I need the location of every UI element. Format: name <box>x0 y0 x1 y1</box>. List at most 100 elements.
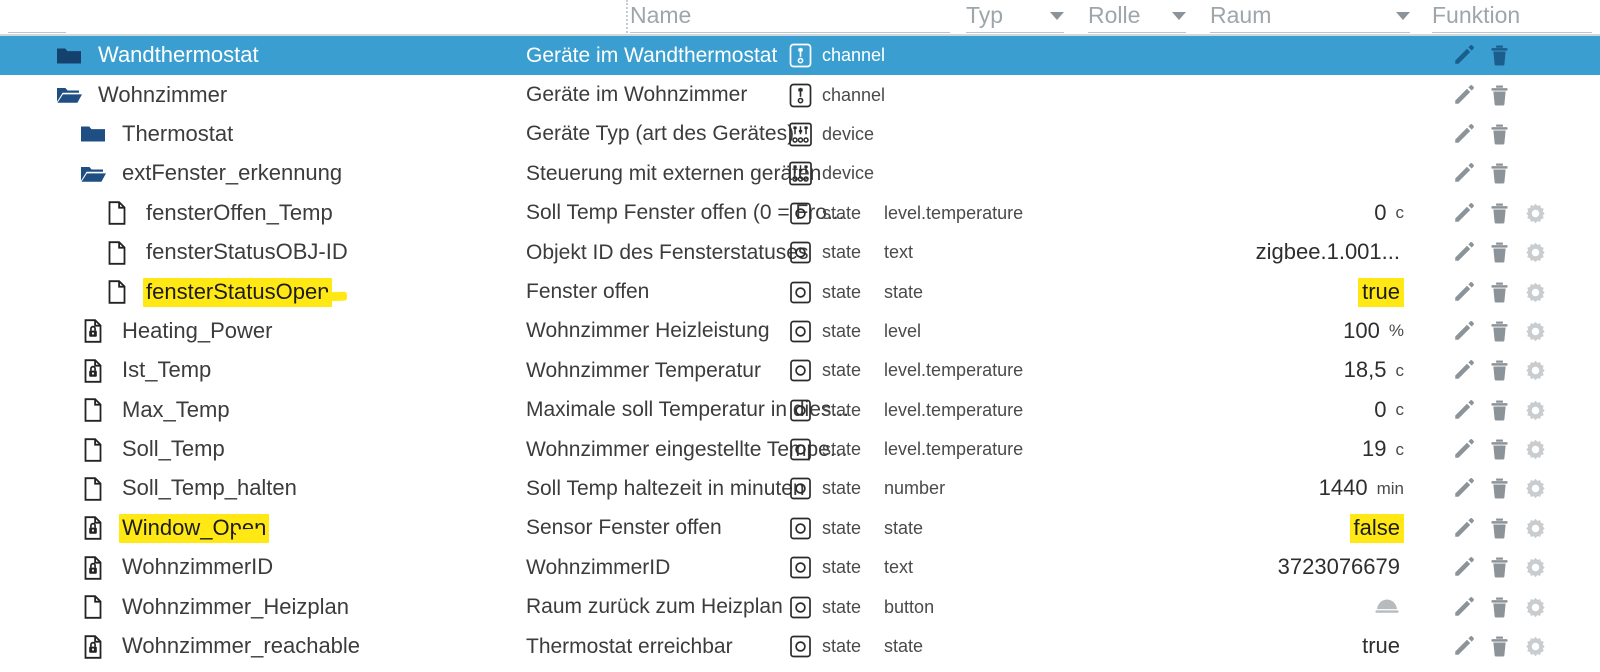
delete-icon[interactable] <box>1488 162 1511 185</box>
edit-icon[interactable] <box>1452 556 1475 579</box>
filter-raum[interactable]: Raum <box>1210 0 1410 36</box>
delete-icon[interactable] <box>1488 241 1511 264</box>
edit-icon[interactable] <box>1452 320 1475 343</box>
edit-icon[interactable] <box>1452 123 1475 146</box>
object-name-cell[interactable]: Thermostat <box>80 115 236 154</box>
object-value-cell[interactable]: 100% <box>1150 312 1404 351</box>
table-row[interactable]: Thermostat Geräte Typ (art des Gerätes) de… <box>0 115 1600 154</box>
object-name-cell[interactable]: Max_Temp <box>80 391 233 430</box>
settings-icon[interactable] <box>1524 438 1547 461</box>
table-row[interactable]: Wohnzimmer_reachable Thermostat erreichba… <box>0 627 1600 666</box>
object-value-cell[interactable]: true <box>1150 272 1404 311</box>
settings-icon[interactable] <box>1524 596 1547 619</box>
filter-name[interactable]: Name <box>630 0 950 36</box>
object-value-cell[interactable]: false <box>1150 509 1404 548</box>
delete-icon[interactable] <box>1488 320 1511 343</box>
table-row[interactable]: Wohnzimmer_Heizplan Raum zurück zum Heizp… <box>0 587 1600 626</box>
table-row[interactable]: Soll_Temp_halten Soll Temp haltezeit in m… <box>0 469 1600 508</box>
chevron-down-icon[interactable] <box>1172 12 1186 20</box>
object-value-cell[interactable] <box>1150 36 1404 75</box>
delete-icon[interactable] <box>1488 438 1511 461</box>
settings-icon[interactable] <box>1524 399 1547 422</box>
table-row[interactable]: fensterStatusOpen Fenster offen state state… <box>0 272 1600 311</box>
table-row[interactable]: Ist_Temp Wohnzimmer Temperatur state level.… <box>0 351 1600 390</box>
filter-typ[interactable]: Typ <box>966 0 1064 36</box>
chevron-down-icon[interactable] <box>1050 12 1064 20</box>
edit-icon[interactable] <box>1452 477 1475 500</box>
settings-icon[interactable] <box>1524 241 1547 264</box>
object-name-cell[interactable]: Soll_Temp_halten <box>80 469 300 508</box>
settings-icon[interactable] <box>1524 477 1547 500</box>
object-name-cell[interactable]: Ist_Temp <box>80 351 214 390</box>
settings-icon[interactable] <box>1524 281 1547 304</box>
object-name-cell[interactable]: WohnzimmerID <box>80 548 276 587</box>
edit-icon[interactable] <box>1452 517 1475 540</box>
edit-icon[interactable] <box>1452 635 1475 658</box>
object-value-cell[interactable] <box>1150 587 1404 626</box>
settings-icon[interactable] <box>1524 359 1547 382</box>
table-row[interactable]: Wohnzimmer Geräte im Wohnzimmer channel <box>0 75 1600 114</box>
delete-icon[interactable] <box>1488 44 1511 67</box>
object-name-cell[interactable]: Wohnzimmer <box>56 75 230 114</box>
filter-index-input[interactable] <box>8 0 66 36</box>
settings-icon[interactable] <box>1524 517 1547 540</box>
object-value-cell[interactable]: true <box>1150 627 1404 666</box>
filter-rolle[interactable]: Rolle <box>1088 0 1186 36</box>
object-name-cell[interactable]: Window_Open <box>80 509 270 548</box>
delete-icon[interactable] <box>1488 556 1511 579</box>
delete-icon[interactable] <box>1488 399 1511 422</box>
table-row[interactable]: Wandthermostat Geräte im Wandthermostat ch… <box>0 36 1600 76</box>
object-name-cell[interactable]: fensterStatusOBJ-ID <box>104 233 351 272</box>
object-value-cell[interactable]: zigbee.1.001... <box>1150 233 1404 272</box>
settings-icon[interactable] <box>1524 320 1547 343</box>
object-name-cell[interactable]: fensterOffen_Temp <box>104 194 336 233</box>
edit-icon[interactable] <box>1452 281 1475 304</box>
table-row[interactable]: Max_Temp Maximale soll Temperatur in dies… <box>0 391 1600 430</box>
object-value-cell[interactable]: 0c <box>1150 391 1404 430</box>
object-name-cell[interactable]: Heating_Power <box>80 312 275 351</box>
object-value-cell[interactable] <box>1150 75 1404 114</box>
edit-icon[interactable] <box>1452 359 1475 382</box>
object-value-cell[interactable]: 18,5 c <box>1150 351 1404 390</box>
object-value-cell[interactable] <box>1150 115 1404 154</box>
object-value-cell[interactable]: 1440 min <box>1150 469 1404 508</box>
delete-icon[interactable] <box>1488 202 1511 225</box>
delete-icon[interactable] <box>1488 477 1511 500</box>
object-name-cell[interactable]: fensterStatusOpen <box>104 272 333 311</box>
table-row[interactable]: WohnzimmerID WohnzimmerID state text 3723076… <box>0 548 1600 587</box>
edit-icon[interactable] <box>1452 202 1475 225</box>
chevron-down-icon[interactable] <box>1396 12 1410 20</box>
object-value-cell[interactable]: 0c <box>1150 194 1404 233</box>
table-row[interactable]: Heating_Power Wohnzimmer Heizleistung stat… <box>0 312 1600 351</box>
edit-icon[interactable] <box>1452 399 1475 422</box>
object-name-cell[interactable]: Wohnzimmer_reachable <box>80 627 363 666</box>
delete-icon[interactable] <box>1488 359 1511 382</box>
edit-icon[interactable] <box>1452 162 1475 185</box>
object-value-cell[interactable]: 19 c <box>1150 430 1404 469</box>
edit-icon[interactable] <box>1452 84 1475 107</box>
filter-funktion[interactable]: Funktion <box>1432 0 1592 36</box>
delete-icon[interactable] <box>1488 281 1511 304</box>
settings-icon[interactable] <box>1524 635 1547 658</box>
table-row[interactable]: Soll_Temp Wohnzimmer eingestellte Tempe..… <box>0 430 1600 469</box>
delete-icon[interactable] <box>1488 517 1511 540</box>
delete-icon[interactable] <box>1488 84 1511 107</box>
table-row[interactable]: fensterOffen_Temp Soll Temp Fenster offen… <box>0 194 1600 233</box>
object-name-cell[interactable]: Wohnzimmer_Heizplan <box>80 587 352 626</box>
table-row[interactable]: fensterStatusOBJ-ID Objekt ID des Fenster… <box>0 233 1600 272</box>
table-row[interactable]: Window_Open Sensor Fenster offen state stat… <box>0 509 1600 548</box>
edit-icon[interactable] <box>1452 44 1475 67</box>
object-name-cell[interactable]: Wandthermostat <box>56 36 262 75</box>
delete-icon[interactable] <box>1488 635 1511 658</box>
object-value-cell[interactable] <box>1150 154 1404 193</box>
object-value-cell[interactable]: 3723076679 <box>1150 548 1404 587</box>
delete-icon[interactable] <box>1488 596 1511 619</box>
edit-icon[interactable] <box>1452 241 1475 264</box>
object-name-cell[interactable]: Soll_Temp <box>80 430 228 469</box>
edit-icon[interactable] <box>1452 596 1475 619</box>
settings-icon[interactable] <box>1524 556 1547 579</box>
table-row[interactable]: extFenster_erkennung Steuerung mit extern… <box>0 154 1600 193</box>
settings-icon[interactable] <box>1524 202 1547 225</box>
delete-icon[interactable] <box>1488 123 1511 146</box>
edit-icon[interactable] <box>1452 438 1475 461</box>
